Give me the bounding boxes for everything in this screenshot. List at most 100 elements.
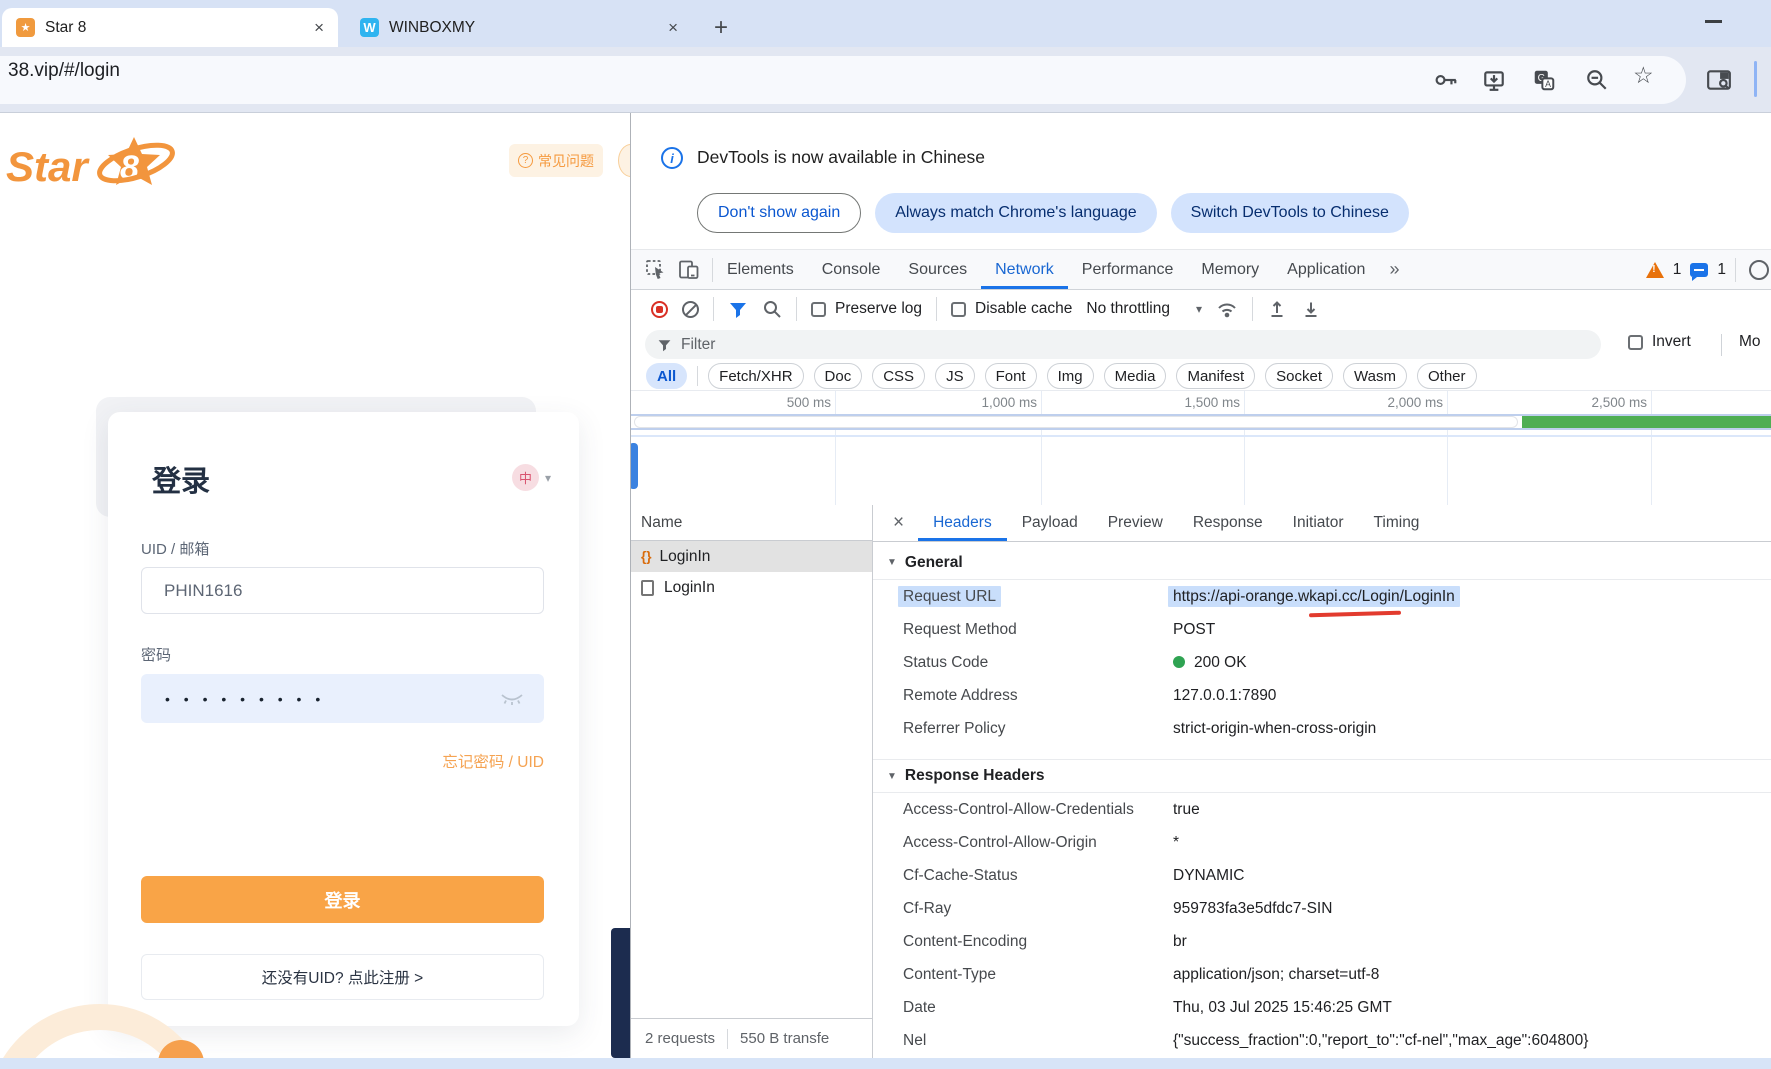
search-icon[interactable]: [762, 299, 782, 319]
checkbox-icon[interactable]: [811, 302, 826, 317]
tab-sources[interactable]: Sources: [894, 250, 981, 289]
request-row-loginin-2[interactable]: LoginIn: [631, 572, 872, 603]
clear-icon[interactable]: [682, 301, 699, 318]
forgot-password-link[interactable]: 忘记密码 / UID: [442, 750, 544, 772]
chip-media[interactable]: Media: [1104, 363, 1167, 389]
more-filters-button[interactable]: Mo: [1739, 333, 1771, 351]
checkbox-icon[interactable]: [1628, 335, 1643, 350]
request-row-loginin-1[interactable]: {} LoginIn: [631, 541, 872, 572]
record-button[interactable]: [651, 301, 668, 318]
chip-manifest[interactable]: Manifest: [1176, 363, 1255, 389]
throttling-dropdown[interactable]: No throttling ▾: [1086, 300, 1202, 318]
network-filter-row: Filter Invert Mo: [631, 328, 1771, 362]
tab-title: Star 8: [45, 19, 86, 37]
filter-input[interactable]: Filter: [645, 330, 1601, 359]
checkbox-icon[interactable]: [951, 302, 966, 317]
eye-closed-icon[interactable]: [500, 692, 524, 706]
register-button[interactable]: 还没有UID? 点此注册 >: [141, 954, 544, 1000]
login-title: 登录: [152, 458, 210, 500]
close-tab-icon[interactable]: ×: [668, 18, 678, 38]
tab-performance[interactable]: Performance: [1068, 250, 1188, 289]
warning-count: 1: [1673, 261, 1682, 279]
tab-network[interactable]: Network: [981, 250, 1068, 289]
export-har-icon[interactable]: [1301, 299, 1321, 319]
response-headers-section-header[interactable]: ▼ Response Headers: [873, 759, 1771, 793]
tab-application[interactable]: Application: [1273, 250, 1379, 289]
header-row: Access-Control-Allow-Credentials true: [873, 793, 1771, 826]
request-detail-pane: × Headers Payload Preview Response Initi…: [873, 505, 1771, 1058]
close-tab-icon[interactable]: ×: [314, 18, 324, 38]
tab-payload[interactable]: Payload: [1007, 505, 1093, 541]
close-detail-icon[interactable]: ×: [873, 505, 918, 541]
more-tabs-icon[interactable]: »: [1379, 250, 1409, 289]
header-value: https://api-orange.wkapi.cc/Login/LoginI…: [1168, 586, 1460, 607]
chip-img[interactable]: Img: [1047, 363, 1094, 389]
tab-timing[interactable]: Timing: [1359, 505, 1435, 541]
bookmark-star-icon[interactable]: ☆: [1633, 62, 1657, 86]
chip-font[interactable]: Font: [985, 363, 1037, 389]
overview-handle[interactable]: [630, 443, 638, 489]
issues-message-icon[interactable]: [1690, 263, 1708, 277]
switch-to-chinese-button[interactable]: Switch DevTools to Chinese: [1171, 193, 1409, 233]
chip-css[interactable]: CSS: [872, 363, 925, 389]
chip-fetch-xhr[interactable]: Fetch/XHR: [708, 363, 803, 389]
zoom-out-icon[interactable]: [1585, 68, 1609, 92]
uid-input[interactable]: [141, 567, 544, 614]
tab-preview[interactable]: Preview: [1093, 505, 1178, 541]
preserve-log-checkbox[interactable]: Preserve log: [811, 300, 922, 318]
winboxmy-favicon-icon: W: [360, 18, 379, 37]
warning-icon[interactable]: [1646, 262, 1664, 278]
network-toolbar: Preserve log Disable cache No throttling…: [631, 290, 1771, 328]
header-row: Status Code 200 OK: [873, 646, 1771, 679]
filter-funnel-icon[interactable]: [728, 300, 748, 319]
network-conditions-icon[interactable]: [1216, 299, 1238, 319]
password-key-icon[interactable]: [1434, 68, 1458, 92]
invert-checkbox[interactable]: Invert: [1628, 333, 1691, 351]
chip-js[interactable]: JS: [935, 363, 975, 389]
login-submit-button[interactable]: 登录: [141, 876, 544, 923]
chip-socket[interactable]: Socket: [1265, 363, 1333, 389]
devtools-tab-bar: Elements Console Sources Network Perform…: [631, 250, 1771, 290]
name-column-header[interactable]: Name: [631, 505, 872, 541]
match-language-button[interactable]: Always match Chrome's language: [875, 193, 1156, 233]
browser-tab-winboxmy[interactable]: W WINBOXMY ×: [346, 8, 692, 47]
tab-headers[interactable]: Headers: [918, 505, 1007, 541]
minimize-window-button[interactable]: [1705, 20, 1722, 23]
translate-icon[interactable]: GA: [1532, 68, 1556, 92]
tick-label: 2,000 ms: [1323, 395, 1443, 410]
browser-tab-star8[interactable]: ★ Star 8 ×: [2, 8, 338, 47]
disable-cache-checkbox[interactable]: Disable cache: [951, 300, 1072, 318]
password-input[interactable]: • • • • • • • • •: [141, 674, 544, 723]
chip-doc[interactable]: Doc: [814, 363, 863, 389]
inspect-element-icon[interactable]: [645, 259, 666, 280]
tab-console[interactable]: Console: [808, 250, 895, 289]
tab-initiator[interactable]: Initiator: [1278, 505, 1359, 541]
general-section-header[interactable]: ▼ General: [873, 546, 1771, 580]
import-har-icon[interactable]: [1267, 299, 1287, 319]
header-value: *: [1173, 834, 1179, 852]
chip-wasm[interactable]: Wasm: [1343, 363, 1407, 389]
toolbar-caret: [1754, 61, 1757, 97]
dont-show-again-button[interactable]: Don't show again: [697, 193, 861, 233]
language-selector[interactable]: 中 ▾: [512, 464, 551, 491]
faq-button[interactable]: ? 常见问题: [509, 144, 603, 177]
status-ok-dot-icon: [1173, 656, 1185, 668]
url-text[interactable]: 38.vip/#/login: [8, 60, 120, 82]
header-value: br: [1173, 933, 1187, 951]
tab-response[interactable]: Response: [1178, 505, 1278, 541]
xhr-braces-icon: {}: [641, 549, 652, 564]
install-app-icon[interactable]: [1482, 68, 1506, 92]
tab-memory[interactable]: Memory: [1187, 250, 1273, 289]
header-row: Cf-Ray 959783fa3e5dfdc7-SIN: [873, 892, 1771, 925]
tick-label: 500 ms: [711, 395, 831, 410]
side-panel-icon[interactable]: [1706, 68, 1730, 92]
tab-elements[interactable]: Elements: [713, 250, 808, 289]
device-toolbar-icon[interactable]: [678, 259, 700, 280]
faq-label: 常见问题: [538, 151, 594, 171]
settings-gear-icon[interactable]: [1749, 260, 1769, 280]
chip-other[interactable]: Other: [1417, 363, 1477, 389]
detail-tab-strip: × Headers Payload Preview Response Initi…: [873, 505, 1771, 542]
new-tab-button[interactable]: +: [714, 8, 728, 47]
header-label: Cf-Ray: [873, 900, 1173, 918]
chip-all[interactable]: All: [646, 363, 687, 389]
